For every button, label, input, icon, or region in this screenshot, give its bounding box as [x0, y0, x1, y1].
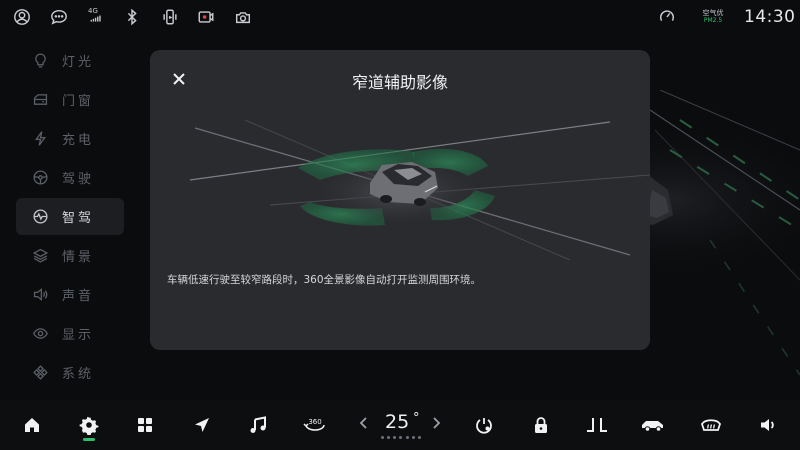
narrow-road-assist-dialog: 窄道辅助影像 车辆低速行驶至较窄路段时，360全景影像自动打开监测周围环境。	[150, 50, 650, 350]
sidebar-item-sound[interactable]: 声音	[16, 276, 124, 313]
sidebar-item-label: 灯光	[62, 55, 95, 70]
sidebar-item-charging[interactable]: 充电	[16, 120, 124, 157]
signal-4g-icon: 4G	[86, 7, 108, 29]
volume-button[interactable]	[755, 412, 781, 438]
apps-grid-icon	[138, 418, 152, 432]
svg-text:360: 360	[308, 418, 321, 426]
apps-button[interactable]	[132, 412, 158, 438]
view-360-icon: 360	[303, 418, 325, 431]
settings-button[interactable]	[76, 412, 102, 438]
home-button[interactable]	[19, 412, 45, 438]
view-360-button[interactable]: 360	[302, 412, 328, 438]
steering-wheel-icon	[30, 168, 50, 188]
speed-sync-icon[interactable]	[657, 7, 677, 27]
dashcam-record-icon[interactable]	[196, 7, 216, 27]
active-indicator	[83, 438, 95, 441]
bluetooth-icon[interactable]	[122, 7, 142, 27]
temperature-value: 25	[385, 411, 410, 433]
message-icon[interactable]	[49, 7, 69, 27]
sidebar-item-system[interactable]: 系统	[16, 354, 124, 391]
sidebar-item-driving[interactable]: 驾驶	[16, 159, 124, 196]
temperature-level-dots	[381, 436, 421, 439]
temperature-control: 25 °	[357, 408, 443, 444]
sidebar-item-label: 门窗	[62, 94, 95, 109]
door-window-icon	[30, 90, 50, 110]
sidebar-item-doors-windows[interactable]: 门窗	[16, 81, 124, 118]
smart-drive-icon	[30, 207, 50, 227]
seat-button[interactable]	[584, 412, 610, 438]
car-control-button[interactable]	[640, 412, 666, 438]
sidebar-item-label: 声音	[62, 289, 95, 304]
music-button[interactable]	[245, 412, 271, 438]
defrost-button[interactable]	[698, 412, 724, 438]
temperature-unit: °	[413, 411, 420, 426]
lock-button[interactable]	[528, 412, 554, 438]
settings-sidebar: 灯光 门窗 充电 驾驶 智驾 情景 声音 显示 系统	[16, 42, 124, 393]
sidebar-item-lights[interactable]: 灯光	[16, 42, 124, 79]
power-fan-icon	[476, 418, 492, 434]
navigation-arrow-icon	[195, 418, 209, 432]
bottom-dock: 360 25 °	[0, 400, 800, 450]
chevron-right-icon	[433, 417, 441, 429]
fan-auto-button[interactable]	[471, 412, 497, 438]
seats-icon	[587, 418, 607, 432]
chevron-left-icon	[359, 417, 367, 429]
temp-down-button[interactable]	[357, 414, 371, 432]
narrow-road-illustration	[189, 119, 650, 260]
dialog-title: 窄道辅助影像	[351, 73, 448, 92]
home-icon	[25, 418, 39, 432]
sidebar-item-smart-drive[interactable]: 智驾	[16, 198, 124, 235]
lock-icon	[535, 417, 547, 433]
sidebar-item-scenes[interactable]: 情景	[16, 237, 124, 274]
speaker-icon	[30, 285, 50, 305]
dialog-description: 车辆低速行驶至较窄路段时，360全景影像自动打开监测周围环境。	[167, 274, 482, 286]
lightning-icon	[30, 129, 50, 149]
settings-icon	[79, 416, 99, 435]
air-quality-title: 空气优	[702, 9, 724, 17]
camera-settings-icon[interactable]	[233, 7, 253, 27]
layers-icon	[30, 246, 50, 266]
car-side-icon	[642, 421, 663, 432]
status-bar: 4G 空气优 PM2.5 14:30	[0, 0, 800, 36]
sidebar-item-label: 显示	[62, 328, 95, 343]
temp-up-button[interactable]	[429, 414, 443, 432]
bulb-icon	[30, 51, 50, 71]
music-note-icon	[250, 416, 266, 433]
windshield-defrost-icon	[701, 419, 721, 431]
sidebar-item-label: 情景	[62, 250, 95, 265]
phone-vibrate-icon[interactable]	[160, 7, 180, 27]
sidebar-item-label: 智驾	[62, 211, 95, 226]
navigation-button[interactable]	[189, 412, 215, 438]
clock: 14:30	[744, 7, 796, 27]
sidebar-item-label: 系统	[62, 367, 95, 382]
user-icon[interactable]	[12, 7, 32, 27]
sidebar-item-label: 驾驶	[62, 172, 95, 187]
volume-icon	[761, 419, 774, 431]
sidebar-item-label: 充电	[62, 133, 95, 148]
air-quality-subtitle: PM2.5	[703, 17, 723, 24]
sidebar-item-display[interactable]: 显示	[16, 315, 124, 352]
air-quality-indicator[interactable]: 空气优 PM2.5	[698, 9, 728, 25]
eye-icon	[30, 324, 50, 344]
diamond-grid-icon	[30, 363, 50, 383]
